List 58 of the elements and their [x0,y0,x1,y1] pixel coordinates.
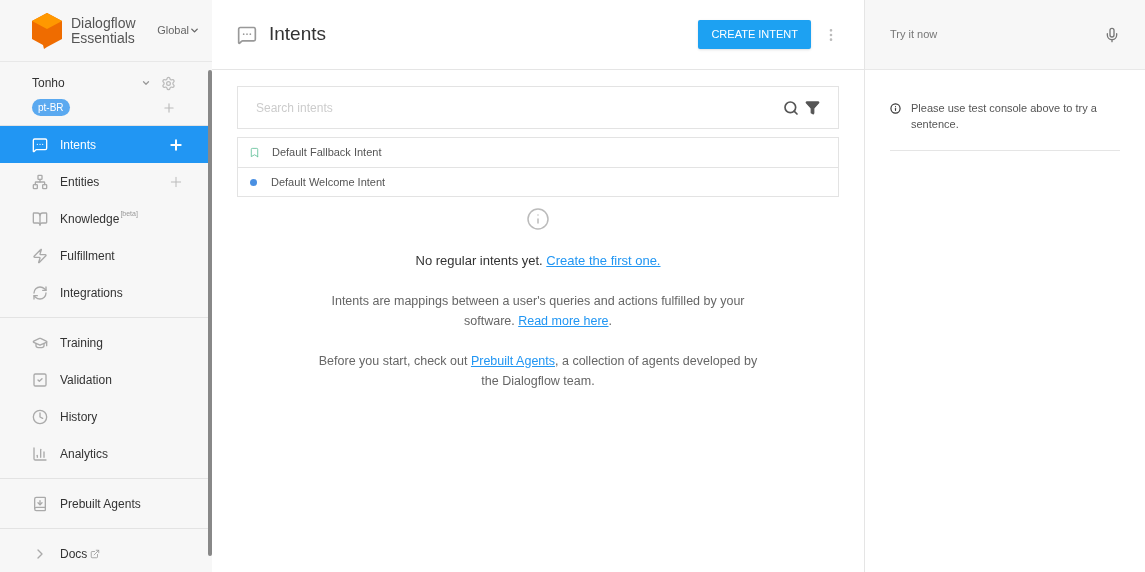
info-icon [890,103,901,114]
chat-icon [237,24,257,45]
sidebar-item-label: Integrations [60,284,123,302]
scrollbar[interactable] [208,70,212,556]
sidebar-item[interactable]: Analytics [0,435,212,472]
page-title: Intents [269,22,327,47]
test-console-field[interactable]: Try it now [890,26,1104,43]
sidebar-item-label: Training [60,334,103,352]
sidebar-item-label: Fulfillment [60,247,115,265]
sidebar-item[interactable]: Validation [0,361,212,398]
add-icon[interactable] [168,136,184,153]
settings-icon[interactable] [161,75,176,91]
console-message: Please use test console above to try a sentence. [911,101,1098,132]
sidebar-item-label: Docs [60,545,88,563]
caret-icon [189,25,200,36]
microphone-icon[interactable] [1104,26,1120,43]
checkbox-icon [32,371,48,388]
bar-chart-icon [32,445,48,462]
book-icon [32,210,48,227]
agent-name[interactable]: Tonho [32,74,65,92]
sidebar-item[interactable]: Entities [0,163,212,200]
lightning-icon [32,247,48,264]
sidebar-item-label: Prebuilt Agents [60,495,141,513]
filter-icon[interactable] [805,100,820,115]
sidebar-item-label: Intents [60,136,97,154]
sidebar-item[interactable]: Fulfillment [0,237,212,274]
external-link-icon [90,548,101,559]
sidebar-item[interactable]: Integrations [0,274,212,311]
caret-icon[interactable] [141,78,151,88]
help-text: Before you start, check out Prebuilt Agents, a collection of agents developed by the Dialogflow team. [318,352,758,390]
sidebar-item-label: Validation [60,371,112,389]
book-icon [32,495,48,512]
sidebar-item[interactable]: Training [0,324,212,361]
sidebar-item[interactable]: Docs [0,535,212,572]
chat-icon [32,136,48,153]
search-icon[interactable] [783,99,799,116]
sidebar-item-label: Analytics [60,445,109,463]
brand-name: Dialogflow [71,15,136,31]
intent-name: Default Welcome Intent [271,174,386,190]
sidebar-item[interactable]: History [0,398,212,435]
bookmark-icon [249,147,260,158]
region-dropdown[interactable]: Global [157,22,200,39]
logo-icon [32,12,62,49]
intent-row[interactable]: Default Fallback Intent [238,138,838,167]
sidebar-item[interactable]: Prebuilt Agents [0,485,212,522]
brand-subname: Essentials [71,30,135,46]
cycle-arrows-icon [32,284,48,301]
sidebar-item-label: Knowledge [60,210,120,228]
add-language-icon[interactable] [162,100,176,115]
clock-icon [32,408,48,425]
hierarchy-icon [32,173,48,190]
info-icon [526,207,550,231]
sidebar-item-label: History [60,408,98,426]
intent-name: Default Fallback Intent [272,145,382,161]
help-text: Intents are mappings between a user's queries and actions fulfilled by your software. Read more here. [330,292,746,330]
empty-message: No regular intents yet. Create the first one. [415,252,661,270]
sidebar-item-label: Entities [60,173,100,191]
intent-row[interactable]: Default Welcome Intent [238,167,838,196]
